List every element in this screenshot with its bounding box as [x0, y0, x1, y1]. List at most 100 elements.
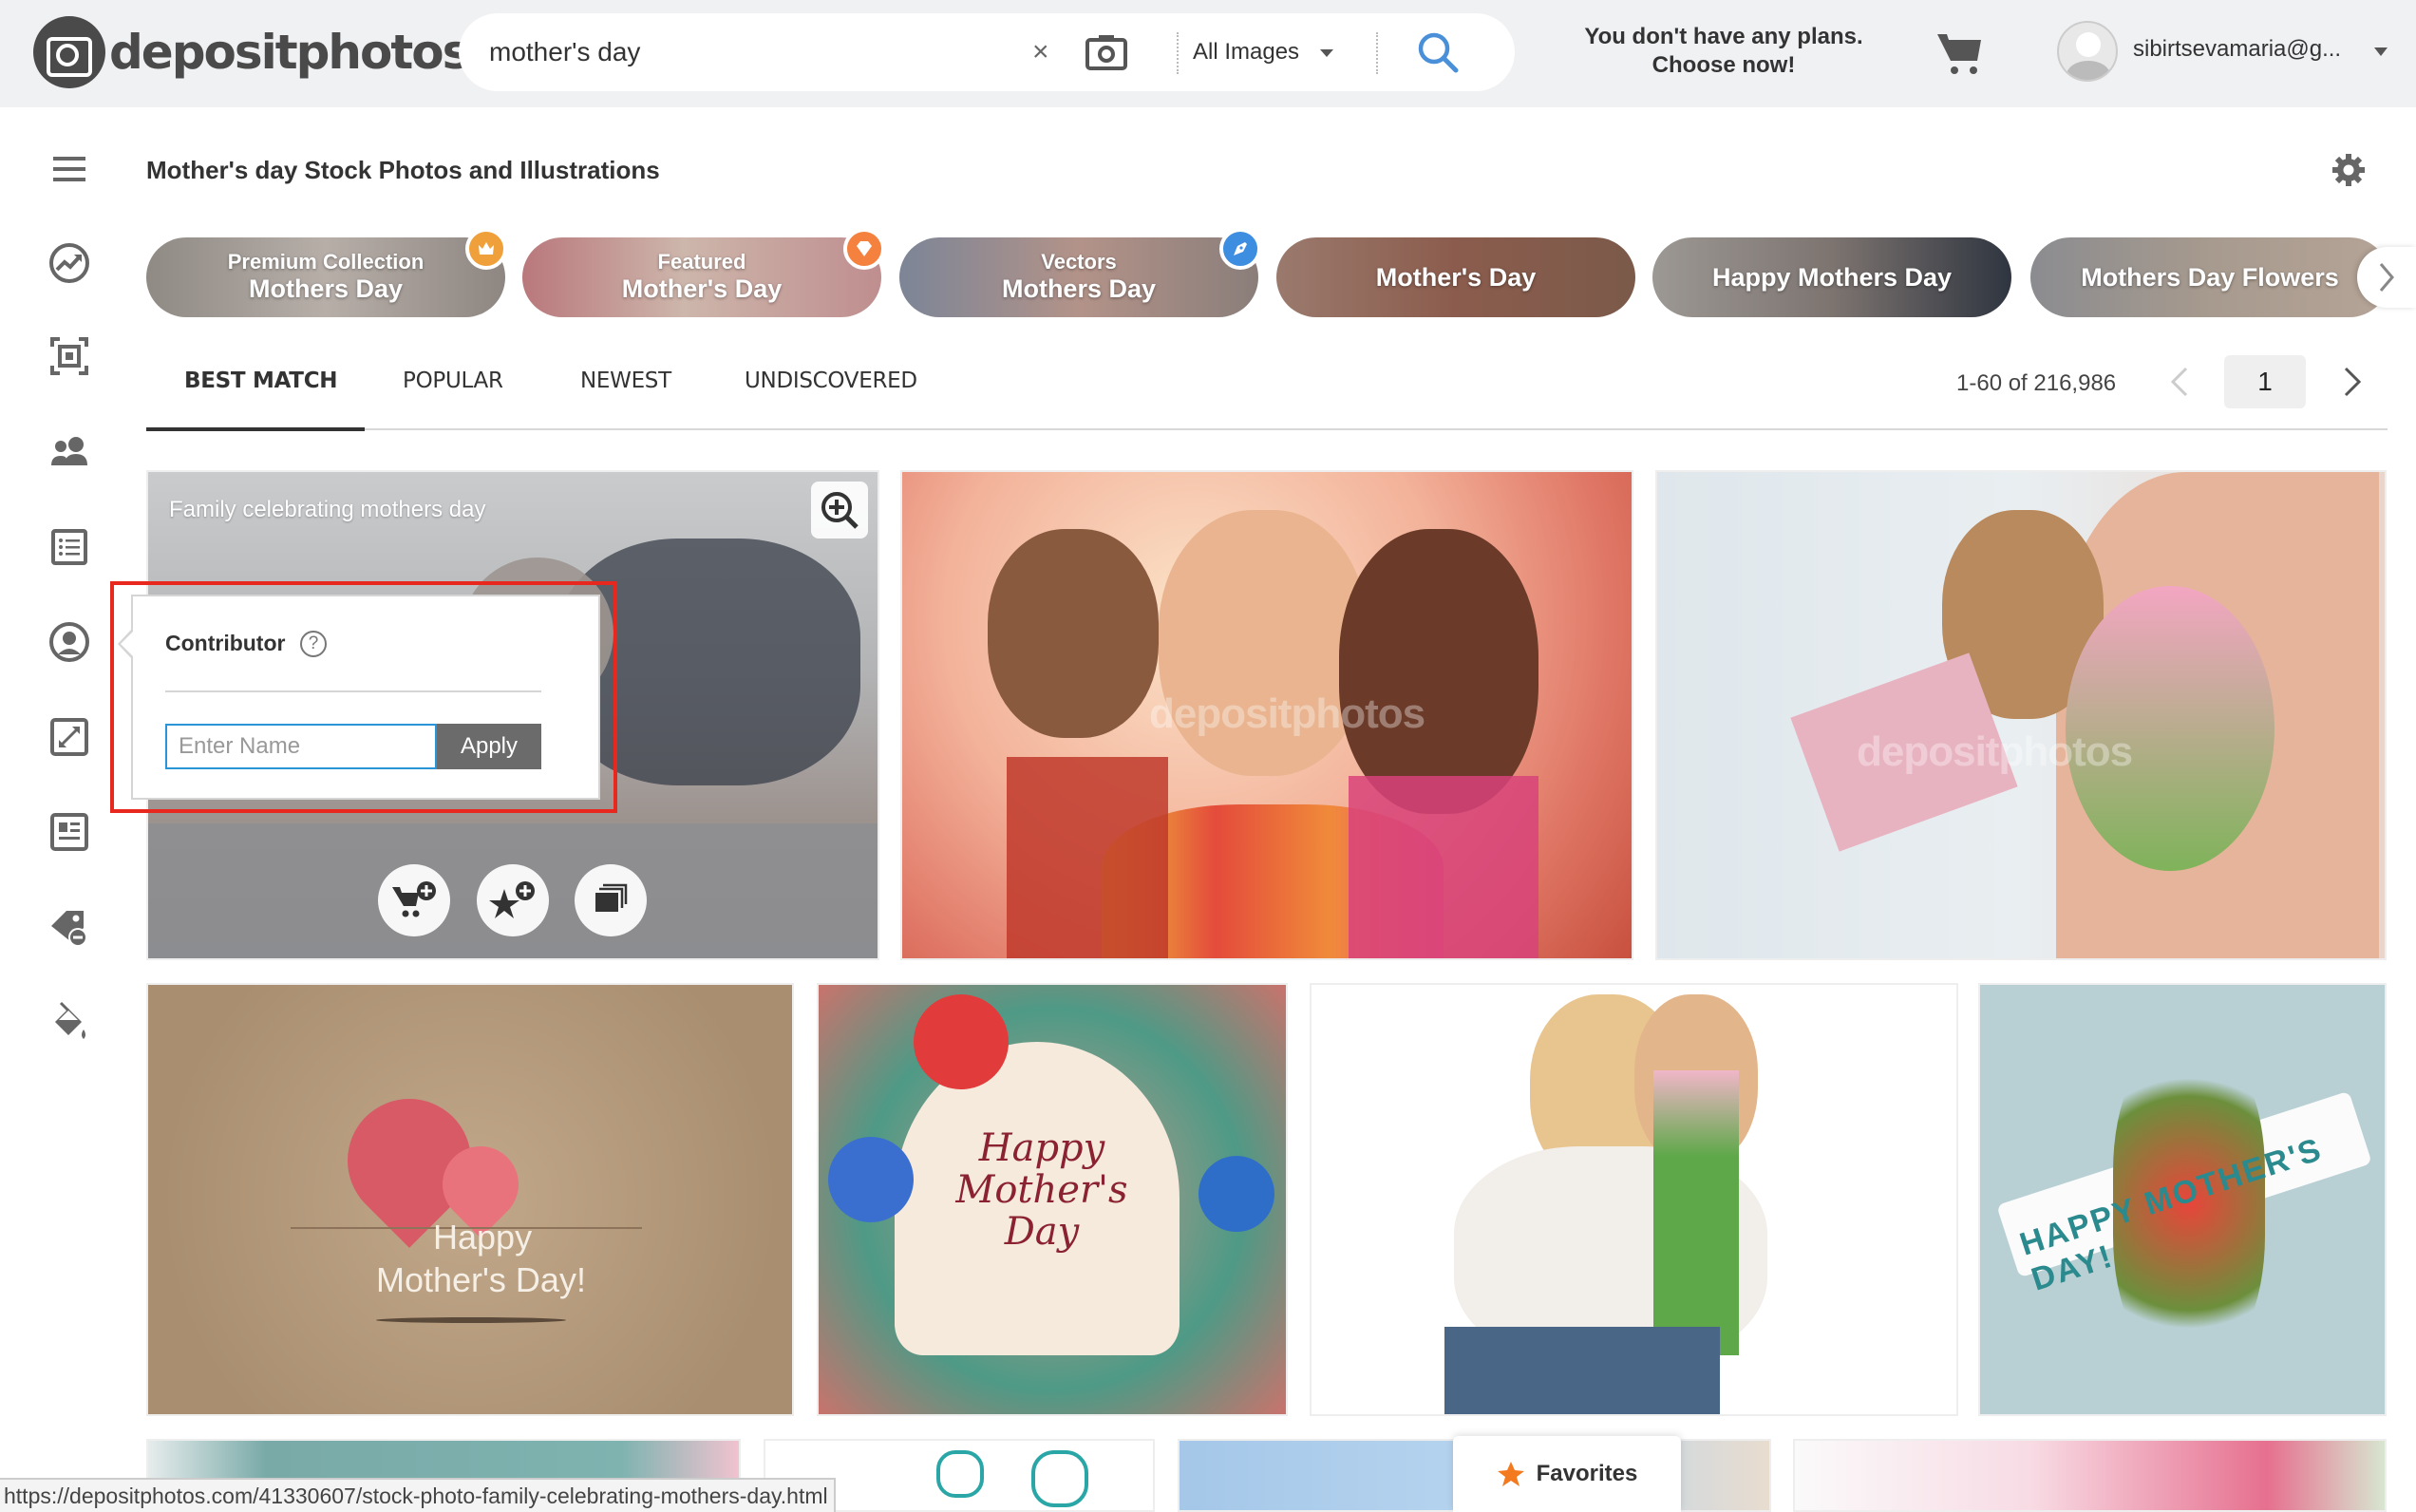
- chip-vectors-mothers-day[interactable]: Vectors Mothers Day: [899, 237, 1258, 317]
- tab-undiscovered[interactable]: UNDISCOVERED: [745, 369, 917, 393]
- flower-blue: [828, 1137, 914, 1222]
- cart-icon[interactable]: [1935, 30, 1985, 76]
- chip-label: Mother's Day: [1375, 263, 1537, 292]
- people-icon[interactable]: [47, 429, 91, 473]
- add-to-cart-button[interactable]: [378, 864, 450, 936]
- chip-label: Mother's Day: [621, 274, 783, 303]
- chip-mothers-day[interactable]: Mother's Day: [1276, 237, 1635, 317]
- chevron-left-icon: [2170, 367, 2188, 397]
- prev-page-button[interactable]: [2167, 365, 2190, 399]
- crown-icon: [465, 228, 507, 270]
- list-icon[interactable]: [47, 525, 91, 569]
- chip-happy-mothers-day[interactable]: Happy Mothers Day: [1652, 237, 2011, 317]
- avatar-body: [2067, 61, 2110, 80]
- trending-icon[interactable]: [47, 241, 91, 285]
- contributor-name-input[interactable]: [165, 724, 437, 769]
- watermark: depositphotos: [1149, 690, 1425, 737]
- image-thumbnail[interactable]: depositphotos: [900, 470, 1633, 960]
- layers-icon: [595, 883, 628, 912]
- photo-jeans: [1444, 1327, 1720, 1414]
- search-button[interactable]: [1416, 30, 1460, 74]
- star-plus-icon: [489, 881, 535, 918]
- avatar-head: [2076, 32, 2101, 57]
- active-tab-indicator: [146, 427, 365, 431]
- pen-nib-icon: [1219, 228, 1261, 270]
- paint-bucket-icon[interactable]: [47, 999, 91, 1043]
- image-thumbnail[interactable]: Happy Mother's Day!: [146, 983, 794, 1416]
- paper-slit-shadow: [376, 1317, 566, 1323]
- tag-minus-icon[interactable]: [47, 905, 91, 949]
- cart-plus-icon: [392, 881, 436, 917]
- results-count: 1-60 of 216,986: [1956, 370, 2117, 396]
- image-thumbnail[interactable]: depositphotos: [1655, 470, 2387, 960]
- zoom-preview-button[interactable]: [811, 482, 868, 539]
- chevron-right-icon: [2344, 367, 2362, 397]
- clear-search-button[interactable]: ×: [1032, 34, 1049, 70]
- chip-label: Mothers Day: [1001, 274, 1157, 303]
- image-type-dropdown[interactable]: All Images: [1193, 34, 1334, 70]
- flower-blue: [1199, 1156, 1274, 1232]
- chip-small-label: Featured: [657, 250, 746, 274]
- page-title: Mother's day Stock Photos and Illustrati…: [146, 156, 660, 184]
- status-bar-url: https://depositphotos.com/41330607/stock…: [0, 1478, 836, 1512]
- focus-frame-icon[interactable]: [47, 334, 91, 378]
- flower-red: [914, 994, 1009, 1089]
- image-thumbnail[interactable]: [1310, 983, 1958, 1416]
- resize-icon[interactable]: [47, 715, 91, 759]
- favorites-label: Favorites: [1536, 1461, 1638, 1486]
- star-icon: [1497, 1462, 1524, 1486]
- user-menu-chevron-icon[interactable]: [2374, 47, 2388, 56]
- similar-images-button[interactable]: [575, 864, 647, 936]
- gear-icon[interactable]: [2331, 152, 2367, 188]
- hamburger-icon[interactable]: [47, 147, 91, 191]
- diamond-icon: [843, 228, 885, 270]
- chip-label: Mothers Day Flowers: [2081, 263, 2339, 292]
- plans-link[interactable]: You don't have any plans. Choose now!: [1557, 23, 1890, 80]
- chevron-down-icon: [1320, 48, 1334, 57]
- divider: [1177, 32, 1179, 74]
- help-icon[interactable]: ?: [300, 631, 327, 657]
- tab-newest[interactable]: NEWEST: [580, 369, 671, 393]
- chip-small-label: Vectors: [1041, 250, 1117, 274]
- top-header: depositphotos ® × All Images You don't h…: [0, 0, 2416, 107]
- cloud-shape: [936, 1450, 984, 1498]
- popup-divider: [165, 690, 541, 692]
- card-text-line1: Happy: [433, 1218, 533, 1257]
- search-bar: × All Images: [459, 13, 1515, 91]
- chips-next-button[interactable]: [2357, 247, 2416, 308]
- search-icon: [1418, 32, 1459, 73]
- next-page-button[interactable]: [2342, 365, 2365, 399]
- user-avatar[interactable]: [2057, 21, 2118, 82]
- page-number-input[interactable]: [2224, 355, 2306, 408]
- zoom-in-icon: [821, 492, 859, 529]
- tab-popular[interactable]: POPULAR: [403, 369, 503, 393]
- article-icon[interactable]: [47, 810, 91, 854]
- plans-line-2: Choose now!: [1652, 52, 1796, 78]
- watermark: depositphotos: [1857, 728, 2133, 775]
- search-input[interactable]: [489, 32, 1021, 72]
- favorites-tab[interactable]: Favorites: [1453, 1436, 1681, 1512]
- photo-shirt: [1007, 757, 1168, 958]
- tab-best-match[interactable]: BEST MATCH: [184, 369, 338, 393]
- photo-boy: [988, 529, 1159, 738]
- lettering: Happy Mother's Day: [955, 1126, 1128, 1254]
- depositphotos-logo[interactable]: depositphotos ®: [33, 14, 480, 90]
- image-thumbnail[interactable]: [1793, 1439, 2387, 1512]
- user-circle-icon[interactable]: [47, 620, 91, 664]
- popup-arrow-inner: [121, 632, 133, 656]
- camera-search-icon[interactable]: [1085, 34, 1127, 70]
- chevron-right-icon: [2379, 263, 2394, 292]
- photo-girl: [1339, 529, 1538, 814]
- chip-premium-mothers-day[interactable]: Premium Collection Mothers Day: [146, 237, 505, 317]
- plans-line-1: You don't have any plans.: [1584, 24, 1863, 49]
- image-thumbnail[interactable]: HAPPY MOTHER'S DAY!: [1978, 983, 2387, 1416]
- chip-mothers-day-flowers[interactable]: Mothers Day Flowers: [2030, 237, 2389, 317]
- apply-button[interactable]: Apply: [437, 724, 541, 769]
- image-thumbnail[interactable]: Happy Mother's Day: [817, 983, 1288, 1416]
- chip-featured-mothers-day[interactable]: Featured Mother's Day: [522, 237, 881, 317]
- logo-text: depositphotos: [109, 25, 470, 80]
- add-to-favorites-button[interactable]: [477, 864, 549, 936]
- chip-small-label: Premium Collection: [227, 250, 425, 274]
- photo-tulips: [1653, 1070, 1739, 1355]
- user-email[interactable]: sibirtsevamaria@g...: [2133, 36, 2341, 63]
